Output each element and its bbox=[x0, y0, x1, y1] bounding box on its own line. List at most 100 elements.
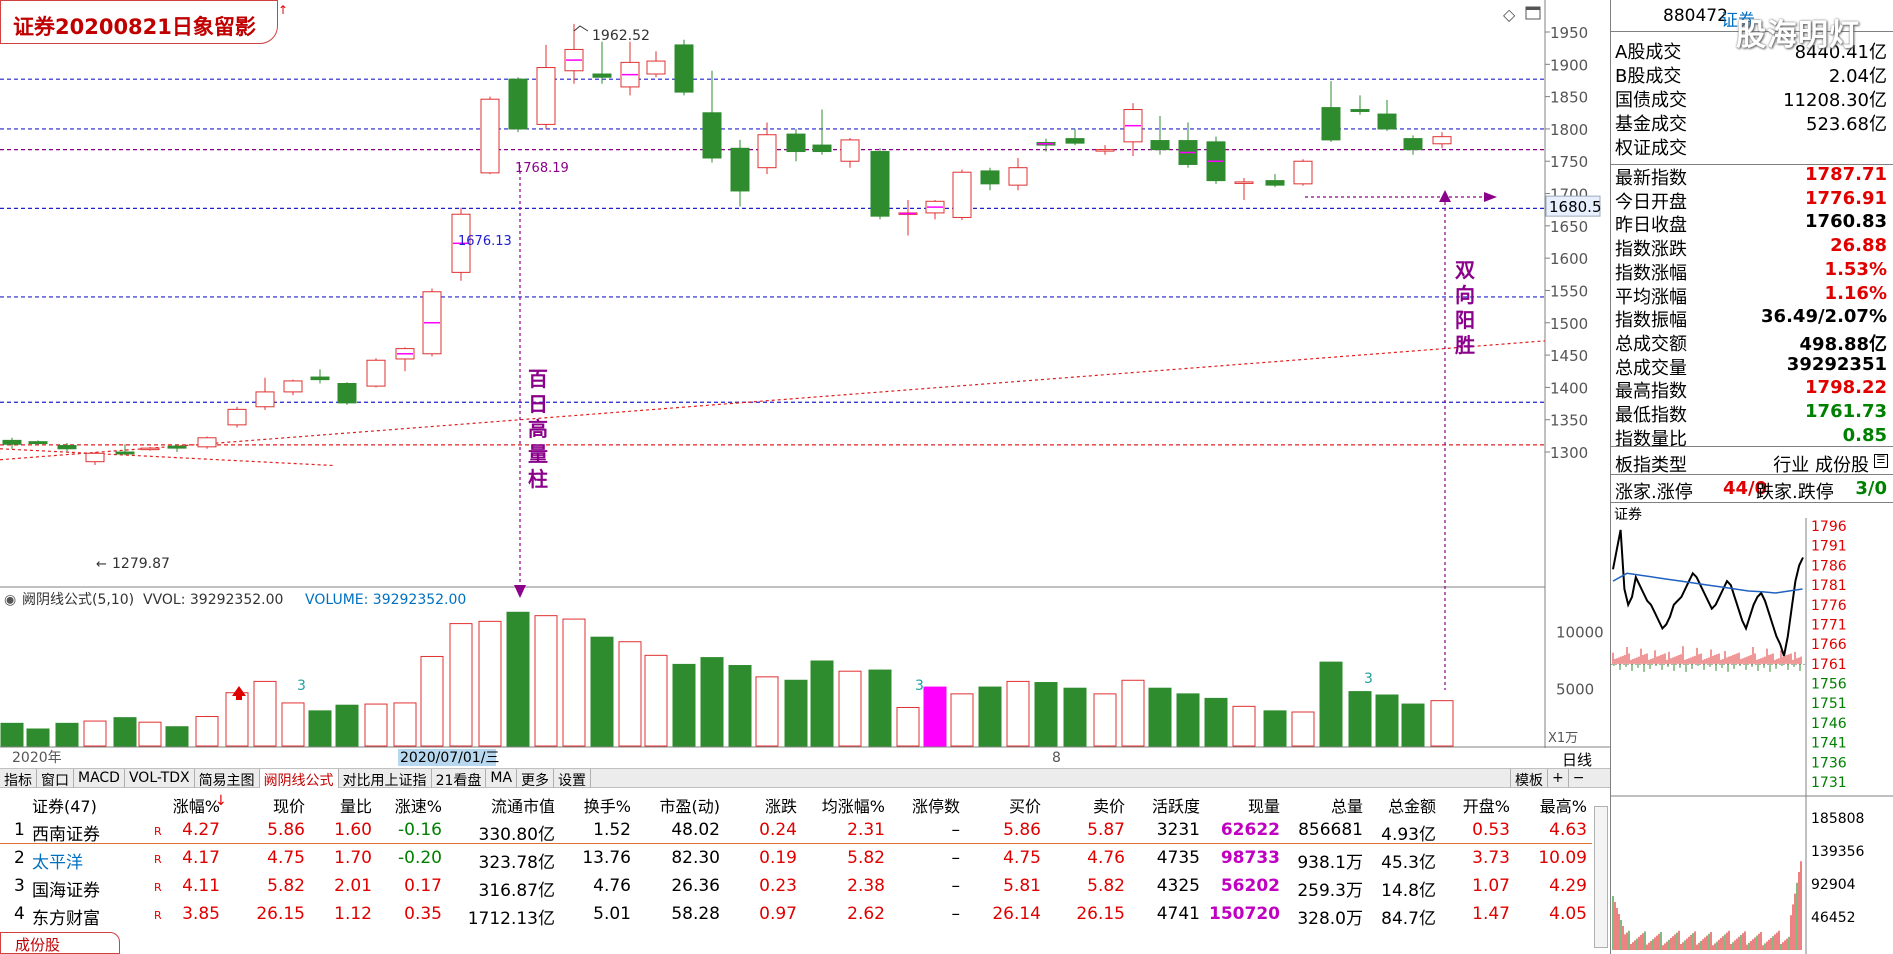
board-type-row: 板指类型 行业 成份股 ☰ bbox=[1613, 449, 1891, 476]
column-header[interactable]: 市盈(动) bbox=[640, 793, 721, 817]
column-header[interactable]: 换手% bbox=[563, 793, 631, 817]
stat-value: 1.16% bbox=[1824, 282, 1887, 304]
volume-marker-label: 3 bbox=[915, 678, 924, 694]
mini-price-label: 1786 bbox=[1811, 558, 1847, 574]
volume-bar bbox=[810, 660, 834, 747]
tabbar-right-button[interactable]: 模板 bbox=[1510, 769, 1547, 789]
column-header[interactable]: 证券(47) bbox=[32, 793, 132, 817]
svg-text:百: 百 bbox=[528, 367, 548, 391]
column-header[interactable]: 最高% bbox=[1515, 793, 1587, 817]
column-header[interactable]: 买价 bbox=[965, 793, 1041, 817]
cell-vol: 938.1万 bbox=[1297, 853, 1363, 873]
cell-amt: 4.93亿 bbox=[1381, 825, 1436, 845]
stat-row: 平均涨幅 1.16% bbox=[1613, 281, 1891, 308]
table-row[interactable]: 1 西南证券 4.27 5.86 1.60 -0.16 330.80亿 1.52 48.02 0.… bbox=[0, 817, 1592, 845]
column-header[interactable]: 流通市值 bbox=[450, 793, 555, 817]
cell-name: 东方财富 bbox=[32, 909, 100, 929]
price-axis-label: 1550 bbox=[1550, 282, 1588, 300]
cell-open: 0.53 bbox=[1472, 820, 1510, 840]
cell-bid: 4.75 bbox=[1003, 848, 1041, 868]
intraday-mini-chart[interactable]: 1796 1791 1786 1781 1776 1771 1766 1761 1756 1751… bbox=[1611, 518, 1893, 954]
candle bbox=[564, 23, 584, 84]
candle bbox=[592, 41, 612, 84]
column-header[interactable]: 总金额 bbox=[1368, 793, 1436, 817]
cell-pe: 82.30 bbox=[671, 848, 720, 868]
volume-marker-label: 3 bbox=[297, 678, 306, 694]
indicator-tab[interactable]: 指标 bbox=[0, 769, 37, 789]
indicator-tab[interactable]: 设置 bbox=[554, 769, 592, 789]
candle bbox=[337, 382, 357, 405]
stat-row: 今日开盘 1776.91 bbox=[1613, 186, 1891, 213]
cell-speed: 0.17 bbox=[404, 876, 442, 896]
indicator-tab[interactable]: VOL-TDX bbox=[125, 769, 195, 788]
table-scrollbar[interactable] bbox=[1594, 806, 1608, 948]
column-header[interactable]: 开盘% bbox=[1440, 793, 1510, 817]
volume-bar bbox=[562, 618, 586, 747]
indicator-tab[interactable]: 简易主图 bbox=[195, 769, 260, 789]
candle bbox=[1403, 135, 1423, 155]
table-row[interactable]: 4 东方财富 3.85 26.15 1.12 0.35 1712.13亿 5.01 58.28 0… bbox=[0, 901, 1592, 929]
row-index: 1 bbox=[14, 820, 25, 840]
window-icon-bar bbox=[1526, 7, 1540, 10]
indicator-tab[interactable]: 窗口 bbox=[37, 769, 74, 789]
list-icon[interactable]: ☰ bbox=[1874, 454, 1888, 468]
svg-text:柱: 柱 bbox=[528, 467, 548, 491]
candle bbox=[115, 444, 135, 456]
row-index: 3 bbox=[14, 876, 25, 896]
cell-avg: 2.38 bbox=[847, 876, 885, 896]
bottom-tab-constituents[interactable]: 成份股 bbox=[0, 932, 120, 954]
stat-row: 国债成交 11208.30亿 bbox=[1613, 84, 1891, 111]
stat-value: 0.85 bbox=[1842, 424, 1887, 446]
stat-value: 1.53% bbox=[1824, 258, 1887, 280]
candle bbox=[1095, 145, 1115, 155]
column-header[interactable]: 量比 bbox=[310, 793, 372, 817]
indicator-tab[interactable]: 21看盘 bbox=[432, 769, 487, 789]
divider bbox=[1611, 502, 1893, 503]
tabbar-right-button[interactable]: − bbox=[1567, 769, 1589, 787]
cell-chg: 3.85 bbox=[182, 904, 220, 924]
candle bbox=[197, 436, 217, 449]
price-axis-label: 1850 bbox=[1550, 89, 1588, 107]
high-pointer bbox=[573, 25, 589, 32]
indicator-tab[interactable]: MACD bbox=[74, 769, 125, 788]
table-row[interactable]: 2 太平洋 4.17 4.75 1.70 -0.20 323.78亿 13.76 82.30 0.… bbox=[0, 845, 1592, 873]
candle bbox=[1178, 122, 1198, 168]
cell-mcap: 1712.13亿 bbox=[467, 909, 555, 929]
column-header[interactable]: 现量 bbox=[1205, 793, 1280, 817]
column-header[interactable]: 涨跌 bbox=[725, 793, 797, 817]
volume-indicator-name: 阙阴线公式(5,10) bbox=[22, 592, 134, 608]
sort-desc-icon[interactable]: ↓ bbox=[215, 793, 227, 809]
candle bbox=[702, 70, 722, 163]
column-header[interactable]: 涨停数 bbox=[890, 793, 960, 817]
indicator-tab[interactable]: MA bbox=[486, 769, 518, 788]
table-row[interactable]: 3 国海证券 4.11 5.82 2.01 0.17 316.87亿 4.76 26.36 0.2… bbox=[0, 873, 1592, 901]
cell-open: 3.73 bbox=[1472, 848, 1510, 868]
column-header[interactable]: 现价 bbox=[230, 793, 305, 817]
column-header[interactable]: 总量 bbox=[1285, 793, 1363, 817]
stat-value: 26.88 bbox=[1830, 235, 1887, 257]
cell-speed: 0.35 bbox=[404, 904, 442, 924]
candle bbox=[480, 96, 500, 175]
volume-bar bbox=[1093, 693, 1117, 747]
cell-limit: – bbox=[951, 848, 961, 868]
tabbar-right-button[interactable]: + bbox=[1547, 769, 1568, 787]
indicator-tab[interactable]: 更多 bbox=[517, 769, 555, 789]
cell-avg: 5.82 bbox=[847, 848, 885, 868]
watermark-text: 股海明灯 bbox=[1736, 18, 1860, 53]
kline-chart-area[interactable]: 1950190018501800175017001650160015501500… bbox=[0, 0, 1610, 768]
cell-now: 98733 bbox=[1220, 848, 1280, 868]
annotation-arrow-head-2 bbox=[1439, 190, 1451, 202]
tabbar-right: 模板 + − bbox=[1510, 768, 1610, 789]
column-header[interactable]: 活跃度 bbox=[1130, 793, 1200, 817]
column-header[interactable]: 均涨幅% bbox=[805, 793, 885, 817]
cell-pe: 26.36 bbox=[671, 876, 720, 896]
indicator-tab[interactable]: 阙阴线公式 bbox=[259, 769, 339, 789]
price-axis-label: 1600 bbox=[1550, 250, 1588, 268]
column-header[interactable]: 涨幅% bbox=[160, 793, 220, 817]
column-header[interactable]: 涨速% bbox=[380, 793, 442, 817]
cell-high: 4.29 bbox=[1549, 876, 1587, 896]
column-header[interactable]: 卖价 bbox=[1045, 793, 1125, 817]
cell-now: 56202 bbox=[1220, 876, 1280, 896]
period-label[interactable]: 日线 bbox=[1562, 749, 1592, 770]
indicator-tab[interactable]: 对比用上证指 bbox=[339, 769, 432, 789]
